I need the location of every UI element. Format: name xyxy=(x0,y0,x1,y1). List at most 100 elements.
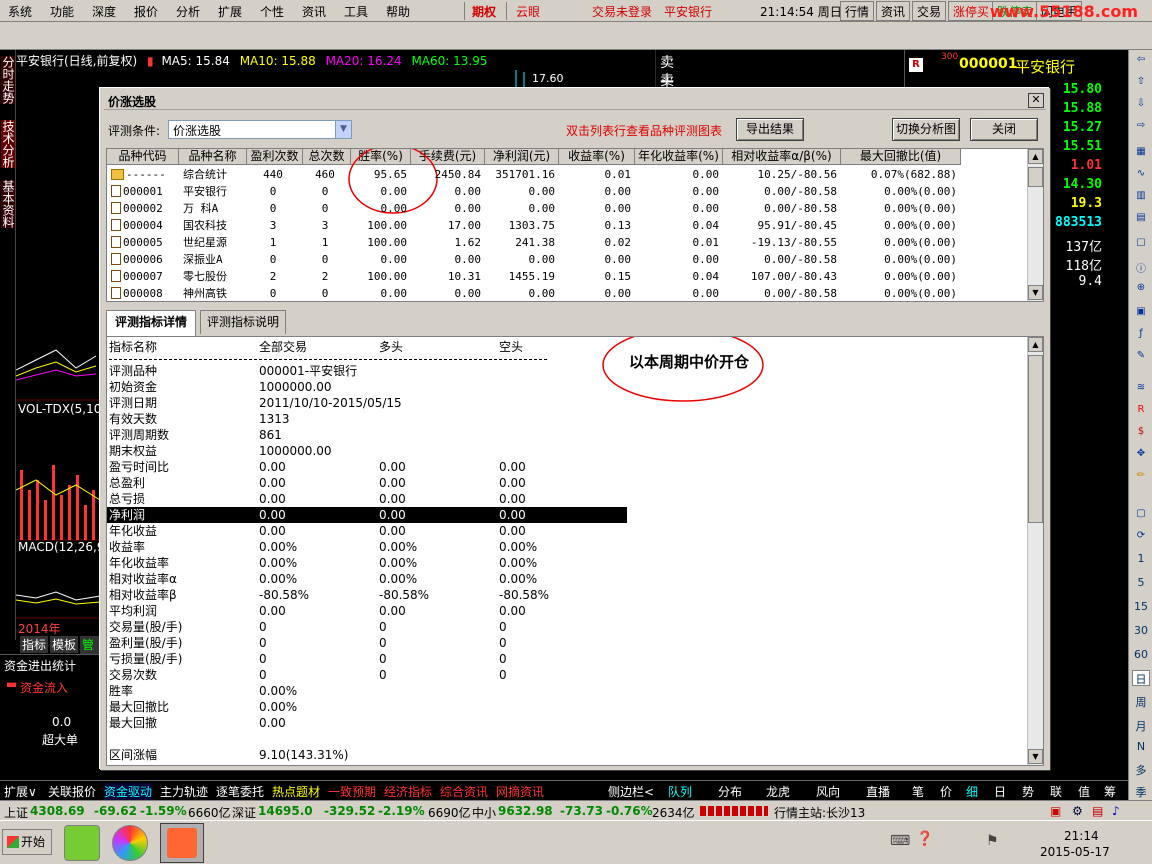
function-tab[interactable]: 分布 xyxy=(718,783,742,800)
start-button[interactable]: 开始 xyxy=(2,829,52,855)
function-tab[interactable]: 队列 xyxy=(668,783,692,800)
scroll-thumb[interactable] xyxy=(1028,355,1043,523)
table-row[interactable]: ------ 综合统计 440 460 95.65 2450.84 351701.16 0.0… xyxy=(107,166,1027,183)
period-n[interactable]: N xyxy=(1132,740,1150,756)
condition-select[interactable]: 价涨选股 ▼ xyxy=(168,120,352,139)
news-mode-button[interactable]: 资讯 xyxy=(876,1,911,21)
wave-icon[interactable]: ≋ xyxy=(1132,382,1150,398)
detail-scrollbar[interactable]: ▲ ▼ xyxy=(1027,337,1043,765)
function-tab[interactable]: 关联报价 xyxy=(48,783,96,800)
zoom-icon[interactable]: ⊕ xyxy=(1132,282,1150,298)
detail-row[interactable]: 有效天数 1313 xyxy=(107,411,627,427)
money-icon[interactable]: $ xyxy=(1132,426,1150,442)
table-row[interactable]: 000001 平安银行 0 0 0.00 0.00 0.00 0.00 0.00 0.00/-80… xyxy=(107,183,1027,200)
period-60min[interactable]: 60 xyxy=(1132,648,1150,664)
period-multi[interactable]: 多 xyxy=(1132,762,1150,778)
detail-row[interactable]: 评测日期 2011/10/10-2015/05/15 xyxy=(107,395,627,411)
speaker-icon[interactable]: ♪ xyxy=(1112,804,1120,818)
detail-panel[interactable]: 指标名称 全部交易 多头 空头 ▲ ▼ 以本周期中价开仓 评测品种 000001-… xyxy=(106,336,1044,766)
detail-row[interactable]: 相对收益率α 0.00% 0.00% 0.00% xyxy=(107,571,627,587)
close-button[interactable]: 关闭 xyxy=(970,118,1038,141)
detail-row[interactable]: 最大回撤比 0.00% xyxy=(107,699,627,715)
menu-icon[interactable]: ▤ xyxy=(1092,804,1103,818)
column-header[interactable]: 年化收益率(%) xyxy=(635,149,723,165)
function-tab[interactable]: 一致预期 xyxy=(328,783,376,800)
function-tab[interactable]: 逐笔委托 xyxy=(216,783,264,800)
line-chart-icon[interactable]: ∿ xyxy=(1132,168,1150,184)
column-header[interactable]: 最大回撤比(值) xyxy=(841,149,961,165)
function-tab[interactable]: 热点题材 xyxy=(272,783,320,800)
fiz-icon[interactable]: ▣ xyxy=(1132,306,1150,322)
function-tab[interactable]: 筹 xyxy=(1104,783,1116,800)
detail-row[interactable]: 胜率 0.00% xyxy=(107,683,627,699)
detail-row[interactable]: 期末权益 1000000.00 xyxy=(107,443,627,459)
scroll-up-icon[interactable]: ▲ xyxy=(1028,337,1043,352)
period-quarter[interactable]: 季 xyxy=(1132,784,1150,800)
period-1min[interactable]: 1 xyxy=(1132,552,1150,568)
scroll-thumb[interactable] xyxy=(1028,167,1043,187)
tab-fundamental[interactable]: 基本资料 xyxy=(1,180,15,228)
detail-row[interactable]: 评测周期数 861 xyxy=(107,427,627,443)
detail-row[interactable]: 年化收益 0.00 0.00 0.00 xyxy=(107,523,627,539)
futures-option-button[interactable]: 期权 xyxy=(472,3,496,20)
menu-item-system[interactable]: 系统 xyxy=(8,3,32,20)
function-tab[interactable]: 综合资讯 xyxy=(440,783,488,800)
function-tab[interactable]: 资金驱动 xyxy=(104,783,153,800)
flag-icon[interactable]: ⚑ xyxy=(986,833,999,849)
function-tab[interactable]: 经济指标 xyxy=(384,783,432,800)
tab-detail[interactable]: 评测指标详情 xyxy=(106,310,196,336)
results-scrollbar[interactable]: ▲ ▼ xyxy=(1027,149,1043,301)
detail-row[interactable]: 区间涨幅 9.10(143.31%) xyxy=(107,747,627,763)
dialog-close-icon[interactable]: ✕ xyxy=(1028,93,1044,108)
column-header[interactable]: 收益率(%) xyxy=(559,149,635,165)
detail-row[interactable]: 平均利润 0.00 0.00 0.00 xyxy=(107,603,627,619)
period-5min[interactable]: 5 xyxy=(1132,576,1150,592)
function-tab[interactable]: 联 xyxy=(1050,783,1062,800)
detail-row[interactable]: 总亏损 0.00 0.00 0.00 xyxy=(107,491,627,507)
chat-app-icon[interactable] xyxy=(64,825,100,861)
alert-icon[interactable]: ▣ xyxy=(1050,804,1061,818)
settings-icon[interactable]: ⚙ xyxy=(1072,804,1083,818)
menu-item-depth[interactable]: 深度 xyxy=(92,3,116,20)
detail-row[interactable]: 净利润 0.00 0.00 0.00 xyxy=(107,507,627,523)
function-tab[interactable]: 势 xyxy=(1022,783,1034,800)
detail-row[interactable]: 年化收益率 0.00% 0.00% 0.00% xyxy=(107,555,627,571)
detail-row[interactable]: 交易次数 0 0 0 xyxy=(107,667,627,683)
quote-mode-button[interactable]: 行情 xyxy=(840,1,875,21)
menu-item-function[interactable]: 功能 xyxy=(50,3,74,20)
fin-icon[interactable]: ☐ xyxy=(1132,238,1150,254)
arrow-left-icon[interactable]: ⇦ xyxy=(1132,54,1150,70)
detail-row[interactable]: 亏损量(股/手) 0 0 0 xyxy=(107,651,627,667)
period-30min[interactable]: 30 xyxy=(1132,624,1150,640)
tab-description[interactable]: 评测指标说明 xyxy=(200,310,286,334)
table-row[interactable]: 000006 深振业A 0 0 0.00 0.00 0.00 0.00 0.00 0.00/-80… xyxy=(107,251,1027,268)
function-tab[interactable]: 扩展∨ xyxy=(4,783,37,800)
detail-row[interactable]: 最大回撤 0.00 xyxy=(107,715,627,731)
arrow-up-icon[interactable]: ⇧ xyxy=(1132,76,1150,92)
fs-icon[interactable]: ▢ xyxy=(1132,508,1150,524)
menu-item-help[interactable]: 帮助 xyxy=(386,3,410,20)
period-15min[interactable]: 15 xyxy=(1132,600,1150,616)
results-table[interactable]: 品种代码 品种名称 盈利次数 总次数 胜率(%) 手续费(元) 净利润(元) 收益率(%) 年化… xyxy=(106,148,1044,302)
detail-row[interactable]: 盈利量(股/手) 0 0 0 xyxy=(107,635,627,651)
function-tab[interactable]: 网摘资讯 xyxy=(496,783,544,800)
pencil-icon[interactable]: ✏ xyxy=(1132,470,1150,486)
function-tab[interactable]: 主力轨迹 xyxy=(160,783,208,800)
period-week[interactable]: 周 xyxy=(1132,694,1150,710)
bars-icon[interactable]: ▤ xyxy=(1132,212,1150,228)
chevron-down-icon[interactable]: ▼ xyxy=(335,121,351,138)
volume-indicator-label[interactable]: VOL-TDX(5,10) xyxy=(18,402,106,416)
function-tab[interactable]: 值 xyxy=(1078,783,1090,800)
refresh-icon[interactable]: ⟳ xyxy=(1132,530,1150,546)
function-tab[interactable]: 价 xyxy=(940,783,952,800)
help-icon[interactable]: ❓ xyxy=(916,831,933,847)
formula-icon[interactable]: ✎ xyxy=(1132,350,1150,366)
detail-row[interactable]: 评测品种 000001-平安银行 xyxy=(107,363,627,379)
detail-row[interactable]: 总盈利 0.00 0.00 0.00 xyxy=(107,475,627,491)
scroll-up-icon[interactable]: ▲ xyxy=(1028,149,1043,164)
table-row[interactable]: 000002 万 科A 0 0 0.00 0.00 0.00 0.00 0.00 0.00/-80… xyxy=(107,200,1027,217)
menu-item-personal[interactable]: 个性 xyxy=(260,3,284,20)
column-header[interactable]: 相对收益率α/β(%) xyxy=(723,149,841,165)
rsi-icon[interactable]: R xyxy=(1132,404,1150,420)
macd-indicator-label[interactable]: MACD(12,26,9) xyxy=(18,540,109,554)
